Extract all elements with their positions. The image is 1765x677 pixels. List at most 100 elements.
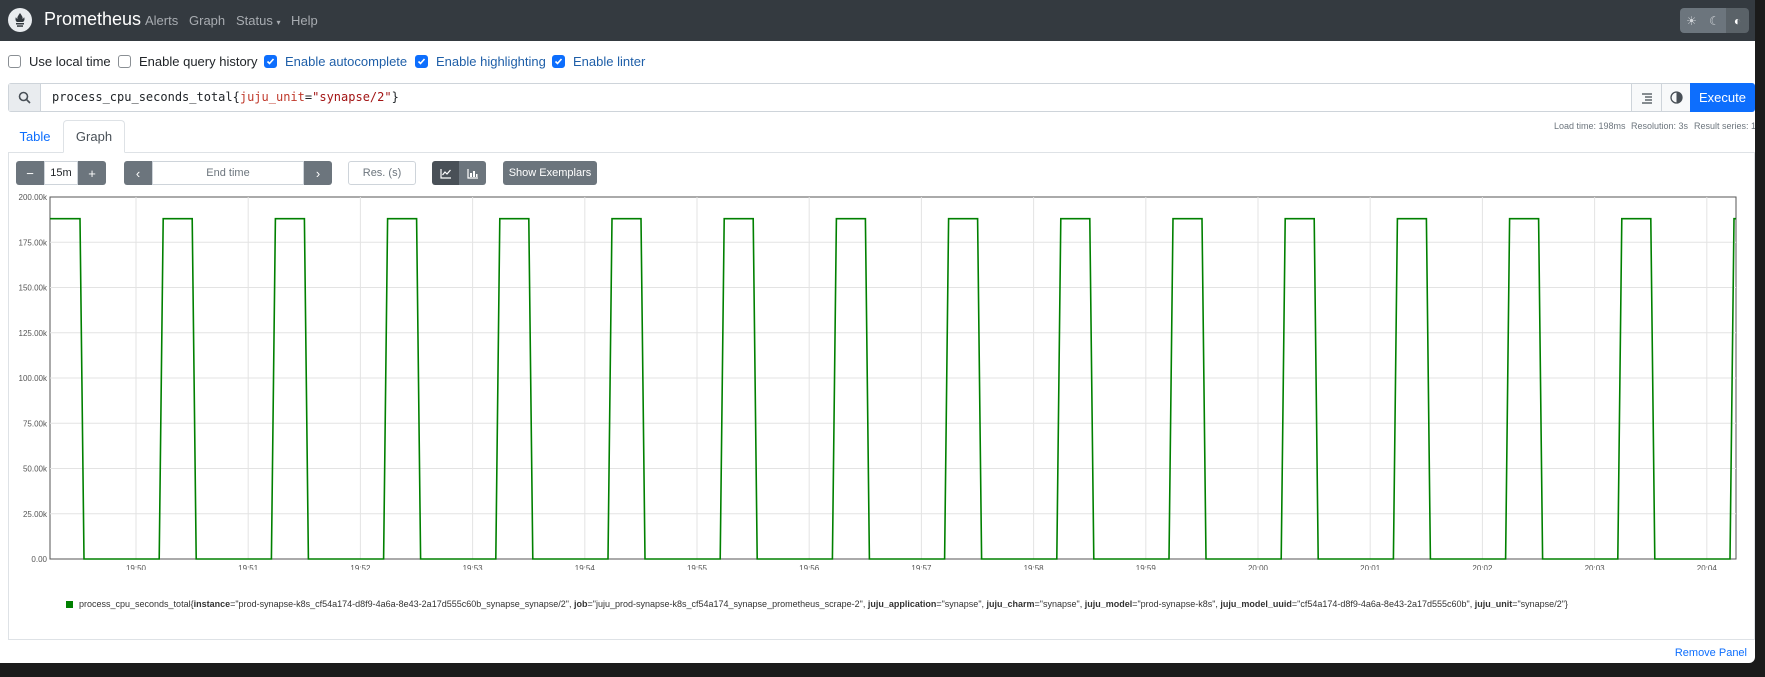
x-tick-label: 20:01: [1360, 564, 1381, 570]
chart-legend[interactable]: process_cpu_seconds_total{instance="prod…: [66, 599, 1568, 609]
checkbox-enable-highlighting[interactable]: [415, 55, 428, 68]
legend-label-value: ="synapse",: [936, 599, 987, 609]
x-tick-label: 19:52: [350, 564, 371, 570]
brand-name[interactable]: Prometheus: [44, 9, 141, 30]
search-icon: [9, 84, 41, 111]
x-tick-label: 19:59: [1136, 564, 1157, 570]
range-input[interactable]: 15m: [44, 161, 78, 185]
graph-chart[interactable]: 0.00 25.00k 50.00k 75.00k 100.00k 125.00k 150.…: [0, 190, 1755, 570]
y-tick-label: 0.00: [31, 555, 47, 564]
legend-label-key: juju_model: [1084, 599, 1133, 609]
legend-metric: process_cpu_seconds_total: [79, 599, 191, 609]
check-icon: [266, 58, 275, 65]
resolution: Resolution: 3s: [1631, 121, 1689, 131]
expression-label-value: "synapse/2": [312, 90, 392, 104]
option-enable-highlighting[interactable]: Enable highlighting: [415, 54, 546, 69]
legend-label-value: ="prod-synapse-k8s",: [1132, 599, 1221, 609]
nav-link-status[interactable]: Status ▾: [236, 13, 281, 28]
remove-panel-link[interactable]: Remove Panel: [1675, 647, 1747, 659]
expression-label-name: juju_unit: [239, 90, 305, 104]
nav-link-status-label: Status: [236, 13, 273, 28]
legend-label-value: ="prod-synapse-k8s_cf54a174-d8f9-4a6a-8e…: [230, 599, 574, 609]
y-tick-label: 75.00k: [23, 419, 48, 428]
x-tick-label: 19:50: [126, 564, 147, 570]
prometheus-logo-icon[interactable]: [8, 8, 32, 32]
y-tick-label: 200.00k: [19, 193, 48, 202]
option-enable-linter[interactable]: Enable linter: [552, 54, 645, 69]
checkbox-use-local-time[interactable]: [8, 55, 21, 68]
range-control: − 15m +: [16, 161, 106, 185]
x-tick-label: 19:56: [799, 564, 820, 570]
chevron-right-icon[interactable]: ›: [304, 161, 332, 185]
x-tick-label: 19:57: [911, 564, 932, 570]
x-tick-label: 19:53: [463, 564, 484, 570]
stacked-chart-icon[interactable]: [459, 161, 486, 185]
y-tick-label: 175.00k: [19, 238, 48, 247]
checkbox-enable-query-history[interactable]: [118, 55, 131, 68]
legend-label-key: job: [574, 599, 588, 609]
expression-bar: process_cpu_seconds_total{juju_unit="syn…: [8, 83, 1755, 112]
line-chart-icon[interactable]: [432, 161, 459, 185]
check-icon: [417, 58, 426, 65]
format-expression-icon[interactable]: [1631, 84, 1661, 111]
increase-range-button[interactable]: +: [78, 161, 106, 185]
resolution-input[interactable]: Res. (s): [348, 161, 416, 185]
legend-label-value: ="juju_prod-synapse-k8s_cf54a174_synapse…: [587, 599, 868, 609]
x-tick-label: 19:58: [1024, 564, 1045, 570]
y-tick-label: 50.00k: [23, 465, 48, 474]
legend-label-key: juju_application: [867, 599, 937, 609]
nav-link-alerts[interactable]: Alerts: [145, 13, 178, 28]
metrics-explorer-icon[interactable]: [1661, 84, 1691, 111]
legend-label-value: ="cf54a174-d8f9-4a6a-8e43-2a17d555c60b",: [1291, 599, 1475, 609]
theme-toggle-group: ☀ ☾ ◐: [1680, 8, 1749, 33]
x-tick-label: 20:02: [1472, 564, 1493, 570]
y-tick-label: 150.00k: [19, 284, 48, 293]
option-enable-query-history[interactable]: Enable query history: [118, 54, 258, 69]
chevron-left-icon[interactable]: ‹: [124, 161, 152, 185]
check-icon: [554, 58, 563, 65]
legend-labels: instance="prod-synapse-k8s_cf54a174-d8f9…: [194, 599, 1565, 609]
option-label: Enable query history: [139, 54, 258, 69]
dark-theme-icon[interactable]: ☾: [1703, 8, 1726, 33]
end-time-control: ‹ End time ›: [124, 161, 332, 185]
legend-label-value: ="synapse",: [1034, 599, 1085, 609]
legend-label-key: juju_model_uuid: [1220, 599, 1292, 609]
nav-link-graph[interactable]: Graph: [189, 13, 225, 28]
legend-label-key: juju_unit: [1474, 599, 1513, 609]
chart-type-toggle: [432, 161, 486, 185]
option-enable-autocomplete[interactable]: Enable autocomplete: [264, 54, 407, 69]
x-tick-label: 20:03: [1585, 564, 1606, 570]
expression-metric: process_cpu_seconds_total: [52, 90, 233, 104]
legend-label-key: juju_charm: [986, 599, 1035, 609]
option-label: Enable highlighting: [436, 54, 546, 69]
resolution-control: Res. (s): [348, 161, 416, 185]
option-label: Enable linter: [573, 54, 646, 69]
checkbox-enable-linter[interactable]: [552, 55, 565, 68]
y-tick-label: 100.00k: [19, 374, 48, 383]
decrease-range-button[interactable]: −: [16, 161, 44, 185]
tab-graph[interactable]: Graph: [63, 120, 125, 153]
checkbox-enable-autocomplete[interactable]: [264, 55, 277, 68]
show-exemplars-button[interactable]: Show Exemplars: [503, 161, 597, 185]
prometheus-app: Prometheus Alerts Graph Status ▾ Help ☀ …: [0, 0, 1755, 663]
expression-input[interactable]: process_cpu_seconds_total{juju_unit="syn…: [52, 90, 399, 104]
tab-table[interactable]: Table: [8, 120, 62, 153]
y-tick-label: 125.00k: [19, 329, 48, 338]
legend-label-value: ="synapse/2": [1512, 599, 1565, 609]
navbar: Prometheus Alerts Graph Status ▾ Help ☀ …: [0, 0, 1755, 41]
nav-link-help[interactable]: Help: [291, 13, 318, 28]
x-tick-label: 20:00: [1248, 564, 1269, 570]
result-series: Result series: 1: [1694, 121, 1755, 131]
option-use-local-time[interactable]: Use local time: [8, 54, 111, 69]
load-time: Load time: 198ms: [1554, 121, 1626, 131]
x-tick-label: 19:55: [687, 564, 708, 570]
option-label: Use local time: [29, 54, 111, 69]
light-theme-icon[interactable]: ☀: [1680, 8, 1703, 33]
auto-theme-icon[interactable]: ◐: [1726, 8, 1749, 33]
end-time-input[interactable]: End time: [152, 161, 304, 185]
x-tick-label: 19:51: [238, 564, 259, 570]
x-tick-label: 20:04: [1697, 564, 1718, 570]
execute-button[interactable]: Execute: [1690, 83, 1755, 112]
x-tick-label: 19:54: [575, 564, 596, 570]
legend-swatch: [66, 600, 73, 608]
